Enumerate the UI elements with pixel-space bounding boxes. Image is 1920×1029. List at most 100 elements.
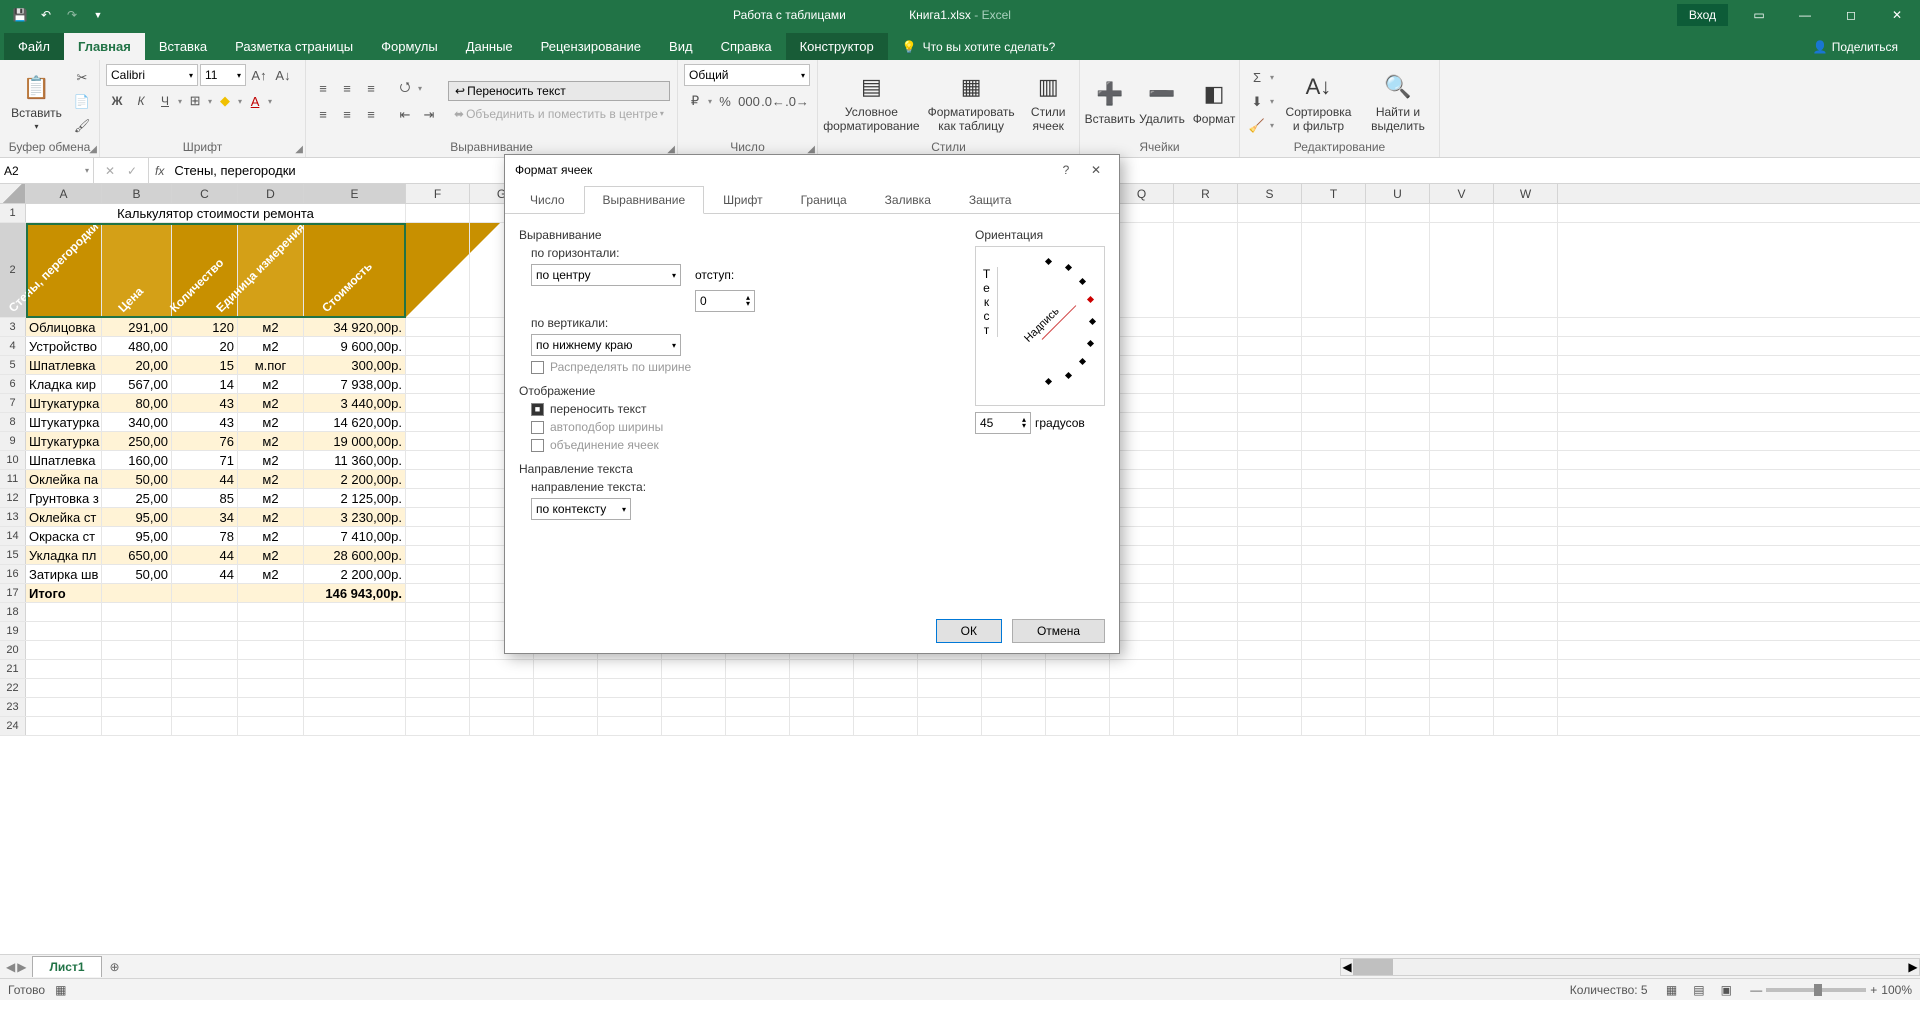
cell[interactable]: 14 620,00р. [304, 413, 406, 431]
cell[interactable]: Итого [26, 584, 102, 602]
cell[interactable] [1366, 489, 1430, 507]
redo-icon[interactable]: ↷ [60, 3, 84, 27]
cell[interactable] [172, 622, 238, 640]
cell[interactable] [406, 204, 470, 222]
col-header-R[interactable]: R [1174, 184, 1238, 203]
col-header-C[interactable]: C [172, 184, 238, 203]
vertical-align-select[interactable]: по нижнему краю▾ [531, 334, 681, 356]
cell[interactable] [1494, 641, 1558, 659]
cell[interactable] [854, 660, 918, 678]
cell[interactable] [1238, 413, 1302, 431]
cell[interactable] [598, 717, 662, 735]
cell[interactable]: 2 200,00р. [304, 565, 406, 583]
degrees-spinner[interactable]: 45▴▾ [975, 412, 1031, 434]
cell[interactable] [534, 717, 598, 735]
cell[interactable]: 3 440,00р. [304, 394, 406, 412]
cell[interactable]: 20 [172, 337, 238, 355]
percent-format-icon[interactable]: % [714, 90, 736, 112]
cell[interactable] [1430, 337, 1494, 355]
indent-spinner[interactable]: 0▴▾ [695, 290, 755, 312]
undo-icon[interactable]: ↶ [34, 3, 58, 27]
cell[interactable] [1430, 584, 1494, 602]
cell[interactable]: 15 [172, 356, 238, 374]
cell[interactable] [1302, 451, 1366, 469]
cell[interactable] [854, 698, 918, 716]
cell[interactable]: 2 200,00р. [304, 470, 406, 488]
cell[interactable] [172, 660, 238, 678]
cancel-edit-icon[interactable]: ✕ [100, 164, 120, 178]
cell[interactable] [304, 660, 406, 678]
cell[interactable]: Шпатлевка [26, 451, 102, 469]
cell[interactable] [982, 717, 1046, 735]
cell[interactable] [470, 717, 534, 735]
paste-button[interactable]: 📋Вставить▾ [6, 70, 67, 133]
cell[interactable] [172, 679, 238, 697]
cell[interactable] [1494, 622, 1558, 640]
cell[interactable] [1302, 489, 1366, 507]
cell[interactable] [406, 470, 470, 488]
cell[interactable] [1238, 337, 1302, 355]
cell[interactable] [982, 679, 1046, 697]
cell[interactable] [1110, 717, 1174, 735]
decrease-font-icon[interactable]: A↓ [272, 64, 294, 86]
cell[interactable]: 3 230,00р. [304, 508, 406, 526]
cell[interactable] [534, 698, 598, 716]
row-header[interactable]: 10 [0, 451, 26, 469]
cell[interactable] [1430, 508, 1494, 526]
cell[interactable] [1366, 603, 1430, 621]
cell[interactable] [1302, 603, 1366, 621]
col-header-D[interactable]: D [238, 184, 304, 203]
cell[interactable] [1430, 451, 1494, 469]
row-header[interactable]: 13 [0, 508, 26, 526]
cell[interactable] [406, 413, 470, 431]
cell[interactable] [1366, 622, 1430, 640]
dialog-tab-border[interactable]: Граница [782, 186, 866, 214]
align-bottom-icon[interactable]: ≡ [360, 78, 382, 100]
cell[interactable]: Грунтовка з [26, 489, 102, 507]
cell[interactable] [1430, 679, 1494, 697]
row-header[interactable]: 1 [0, 204, 26, 222]
sheet-next-icon[interactable]: ▶ [17, 960, 26, 974]
cell[interactable]: Устройство [26, 337, 102, 355]
cell[interactable] [406, 660, 470, 678]
row-header[interactable]: 12 [0, 489, 26, 507]
cell[interactable]: 25,00 [102, 489, 172, 507]
cell[interactable] [918, 679, 982, 697]
delete-cells-button[interactable]: ➖Удалить [1138, 76, 1186, 128]
cell[interactable] [726, 717, 790, 735]
row-header[interactable]: 8 [0, 413, 26, 431]
cell[interactable]: 120 [172, 318, 238, 336]
underline-icon[interactable]: Ч [154, 90, 176, 112]
cell[interactable] [790, 698, 854, 716]
cell[interactable] [534, 660, 598, 678]
title-cell[interactable]: Калькулятор стоимости ремонта [26, 204, 406, 222]
cell[interactable]: 34 920,00р. [304, 318, 406, 336]
cell[interactable] [102, 660, 172, 678]
cell[interactable] [238, 698, 304, 716]
col-header-S[interactable]: S [1238, 184, 1302, 203]
cell[interactable] [1366, 470, 1430, 488]
zoom-slider[interactable] [1766, 988, 1866, 992]
cancel-button[interactable]: Отмена [1012, 619, 1105, 643]
cell[interactable] [1430, 527, 1494, 545]
cell[interactable]: 480,00 [102, 337, 172, 355]
cell[interactable] [406, 318, 470, 336]
table-header-cell[interactable]: Стоимость [304, 223, 406, 317]
cell[interactable]: Окраска ст [26, 527, 102, 545]
cell[interactable]: Штукатурка [26, 413, 102, 431]
cell[interactable]: Штукатурка [26, 394, 102, 412]
find-select-button[interactable]: 🔍Найти и выделить [1363, 69, 1433, 135]
cell[interactable] [406, 527, 470, 545]
cell[interactable] [1302, 318, 1366, 336]
name-box-input[interactable] [4, 164, 64, 178]
cell[interactable] [1430, 318, 1494, 336]
cell[interactable] [304, 622, 406, 640]
cell[interactable] [304, 717, 406, 735]
save-icon[interactable]: 💾 [8, 3, 32, 27]
cell[interactable]: 76 [172, 432, 238, 450]
cell[interactable] [1174, 394, 1238, 412]
row-header[interactable]: 22 [0, 679, 26, 697]
cell[interactable] [1366, 432, 1430, 450]
fill-icon[interactable]: ⬇ [1246, 91, 1268, 113]
cell[interactable] [1238, 660, 1302, 678]
